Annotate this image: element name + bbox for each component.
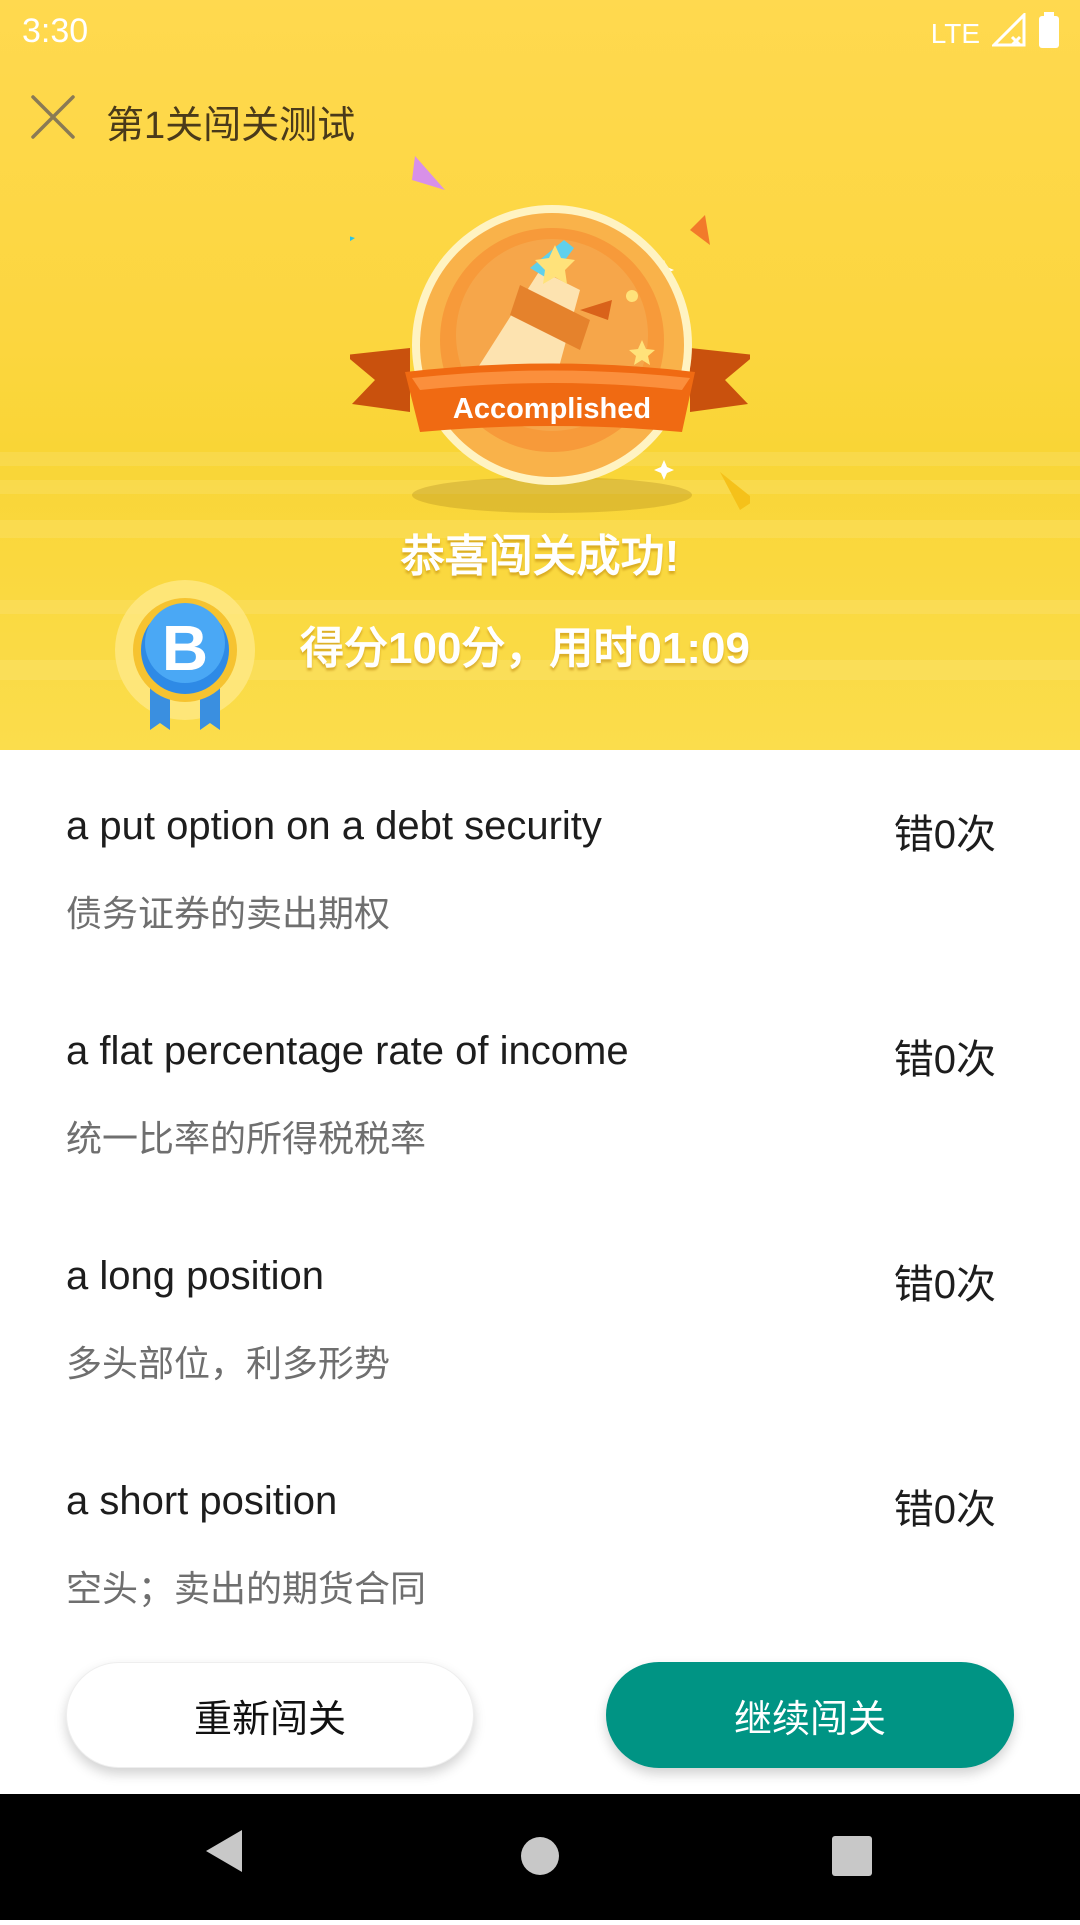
confetti bbox=[690, 215, 710, 245]
close-icon bbox=[31, 95, 75, 139]
confetti bbox=[720, 472, 755, 510]
signal-icon bbox=[990, 11, 1026, 54]
error-count: 错0次 bbox=[893, 813, 996, 857]
error-count: 错0次 bbox=[893, 1038, 996, 1082]
recents-icon[interactable] bbox=[832, 1836, 872, 1876]
confetti bbox=[412, 156, 445, 190]
network-type: LTE bbox=[930, 17, 980, 49]
status-bar: 3:30 LTE bbox=[0, 0, 1080, 62]
score-text: 得分100分，用时01:09 bbox=[300, 624, 750, 673]
medal-label: Accomplished bbox=[453, 393, 651, 425]
title-bar: 第1关闯关测试 bbox=[0, 82, 1080, 152]
continue-button[interactable]: 继续闯关 bbox=[606, 1662, 1014, 1768]
accomplished-medal: Accomplished bbox=[300, 150, 755, 520]
back-icon[interactable] bbox=[206, 1830, 242, 1872]
list-item: a flat percentage rate of income 错0次 统一比… bbox=[0, 975, 1080, 1200]
word-text: a flat percentage rate of income bbox=[66, 1029, 629, 1073]
word-text: a long position bbox=[66, 1254, 324, 1298]
page-title: 第1关闯关测试 bbox=[106, 105, 356, 147]
list-item: a long position 错0次 多头部位，利多形势 bbox=[0, 1200, 1080, 1425]
home-icon[interactable] bbox=[521, 1837, 559, 1875]
word-text: a short position bbox=[66, 1479, 338, 1523]
list-item: a short position 错0次 空头；卖出的期货合同 bbox=[0, 1425, 1080, 1650]
grade-letter: B bbox=[162, 612, 208, 684]
word-meaning: 空头；卖出的期货合同 bbox=[66, 1568, 427, 1609]
word-meaning: 债务证券的卖出期权 bbox=[66, 893, 391, 934]
medal-icon: Accomplished bbox=[300, 156, 755, 513]
word-list: a put option on a debt security 错0次 债务证券… bbox=[0, 750, 1080, 1650]
word-meaning: 多头部位，利多形势 bbox=[66, 1343, 391, 1384]
result-header: 3:30 LTE 第1关闯关测试 Accomplished 恭喜闯关成功! B … bbox=[0, 0, 1080, 750]
close-button[interactable] bbox=[28, 92, 78, 142]
list-item: a put option on a debt security 错0次 债务证券… bbox=[0, 750, 1080, 975]
retry-button[interactable]: 重新闯关 bbox=[66, 1662, 474, 1768]
confetti bbox=[300, 220, 355, 260]
navigation-bar bbox=[0, 1794, 1080, 1920]
status-icons: LTE bbox=[930, 11, 1060, 55]
word-meaning: 统一比率的所得税税率 bbox=[66, 1118, 427, 1159]
sparkle bbox=[654, 460, 674, 480]
word-text: a put option on a debt security bbox=[66, 804, 602, 848]
error-count: 错0次 bbox=[893, 1488, 996, 1532]
error-count: 错0次 bbox=[893, 1263, 996, 1307]
grade-badge: B bbox=[100, 555, 270, 745]
status-time: 3:30 bbox=[22, 12, 89, 50]
badge-icon: B bbox=[115, 580, 255, 730]
battery-icon bbox=[1038, 12, 1060, 55]
